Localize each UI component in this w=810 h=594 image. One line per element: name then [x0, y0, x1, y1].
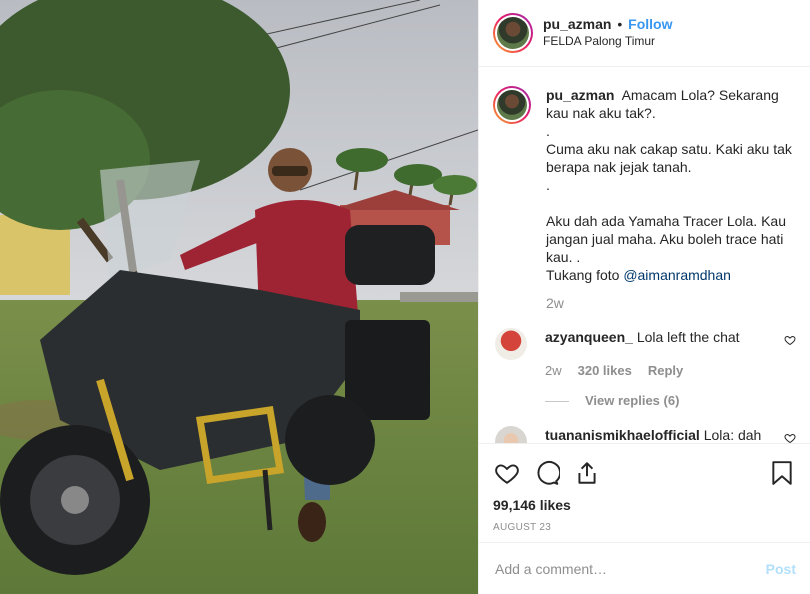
- comment-like-icon[interactable]: [784, 432, 796, 443]
- avatar-image: [497, 17, 529, 49]
- reply-button[interactable]: Reply: [648, 362, 683, 380]
- comment-text: Lola: dah: [703, 427, 762, 443]
- likes-count[interactable]: 99,146 likes: [493, 497, 796, 513]
- post-photo[interactable]: [0, 0, 478, 594]
- view-replies-label: View replies (6): [585, 393, 680, 408]
- mention-link[interactable]: @aimanramdhan: [623, 267, 731, 283]
- caption-line: .: [546, 177, 550, 193]
- comment-item: azyanqueen_ Lola left the chat 2w 320 li…: [493, 328, 796, 410]
- bookmark-icon[interactable]: [768, 459, 796, 487]
- heart-icon[interactable]: [493, 459, 521, 487]
- comment-text: Lola left the chat: [636, 329, 740, 345]
- comment-username[interactable]: azyanqueen_: [545, 329, 633, 345]
- motorcycle-photo: [0, 0, 478, 594]
- caption-body: pu_azman Amacam Lola? Sekarang kau nak a…: [546, 86, 796, 312]
- replies-divider: [545, 400, 569, 402]
- post-comment-button[interactable]: Post: [766, 561, 796, 577]
- comment-icon[interactable]: [533, 459, 561, 487]
- caption-line-credit: Tukang foto @aimanramdhan: [546, 266, 796, 284]
- post-header: pu_azman • Follow FELDA Palong Timur: [479, 0, 810, 67]
- comment-body: azyanqueen_ Lola left the chat 2w 320 li…: [545, 328, 790, 410]
- comment-avatar[interactable]: [495, 328, 527, 360]
- comment-item: tuananismikhaelofficial Lola: dah: [493, 426, 796, 443]
- comment-avatar[interactable]: [495, 426, 527, 443]
- caption-username[interactable]: pu_azman: [546, 87, 614, 103]
- post-date[interactable]: AUGUST 23: [493, 522, 796, 533]
- caption-line: Cuma aku nak cakap satu. Kaki aku tak be…: [546, 141, 792, 175]
- post-actions: 99,146 likes AUGUST 23: [479, 443, 810, 541]
- comment-body: tuananismikhaelofficial Lola: dah: [545, 426, 790, 443]
- avatar[interactable]: [493, 13, 533, 53]
- comment-like-icon[interactable]: [784, 334, 796, 346]
- instagram-post: pu_azman • Follow FELDA Palong Timur pu_…: [0, 0, 810, 594]
- caption-avatar[interactable]: [493, 86, 531, 124]
- comments-section[interactable]: pu_azman Amacam Lola? Sekarang kau nak a…: [479, 68, 810, 443]
- action-icons: [493, 458, 796, 488]
- comment-time[interactable]: 2w: [545, 362, 562, 380]
- caption-line: [546, 194, 796, 212]
- location-link[interactable]: FELDA Palong Timur: [543, 33, 672, 50]
- comment-input[interactable]: [495, 560, 766, 577]
- caption-credit-text: Tukang foto: [546, 267, 620, 283]
- post-sidebar: pu_azman • Follow FELDA Palong Timur pu_…: [478, 0, 810, 594]
- caption-line: Aku dah ada Yamaha Tracer Lola. Kau jang…: [546, 213, 786, 265]
- header-username[interactable]: pu_azman: [543, 16, 611, 32]
- share-icon[interactable]: [573, 459, 601, 487]
- comment-username[interactable]: tuananismikhaelofficial: [545, 427, 700, 443]
- header-text: pu_azman • Follow FELDA Palong Timur: [543, 16, 672, 50]
- comment-meta: 2w 320 likes Reply: [545, 362, 790, 380]
- caption-line: .: [546, 123, 550, 139]
- separator-dot: •: [617, 16, 623, 32]
- caption: pu_azman Amacam Lola? Sekarang kau nak a…: [493, 86, 796, 312]
- caption-time[interactable]: 2w: [546, 294, 796, 312]
- add-comment-bar: Post: [479, 542, 810, 594]
- caption-avatar-image: [497, 90, 527, 120]
- comment-likes[interactable]: 320 likes: [578, 362, 632, 380]
- follow-button[interactable]: Follow: [628, 16, 672, 32]
- view-replies-button[interactable]: View replies (6): [545, 392, 790, 410]
